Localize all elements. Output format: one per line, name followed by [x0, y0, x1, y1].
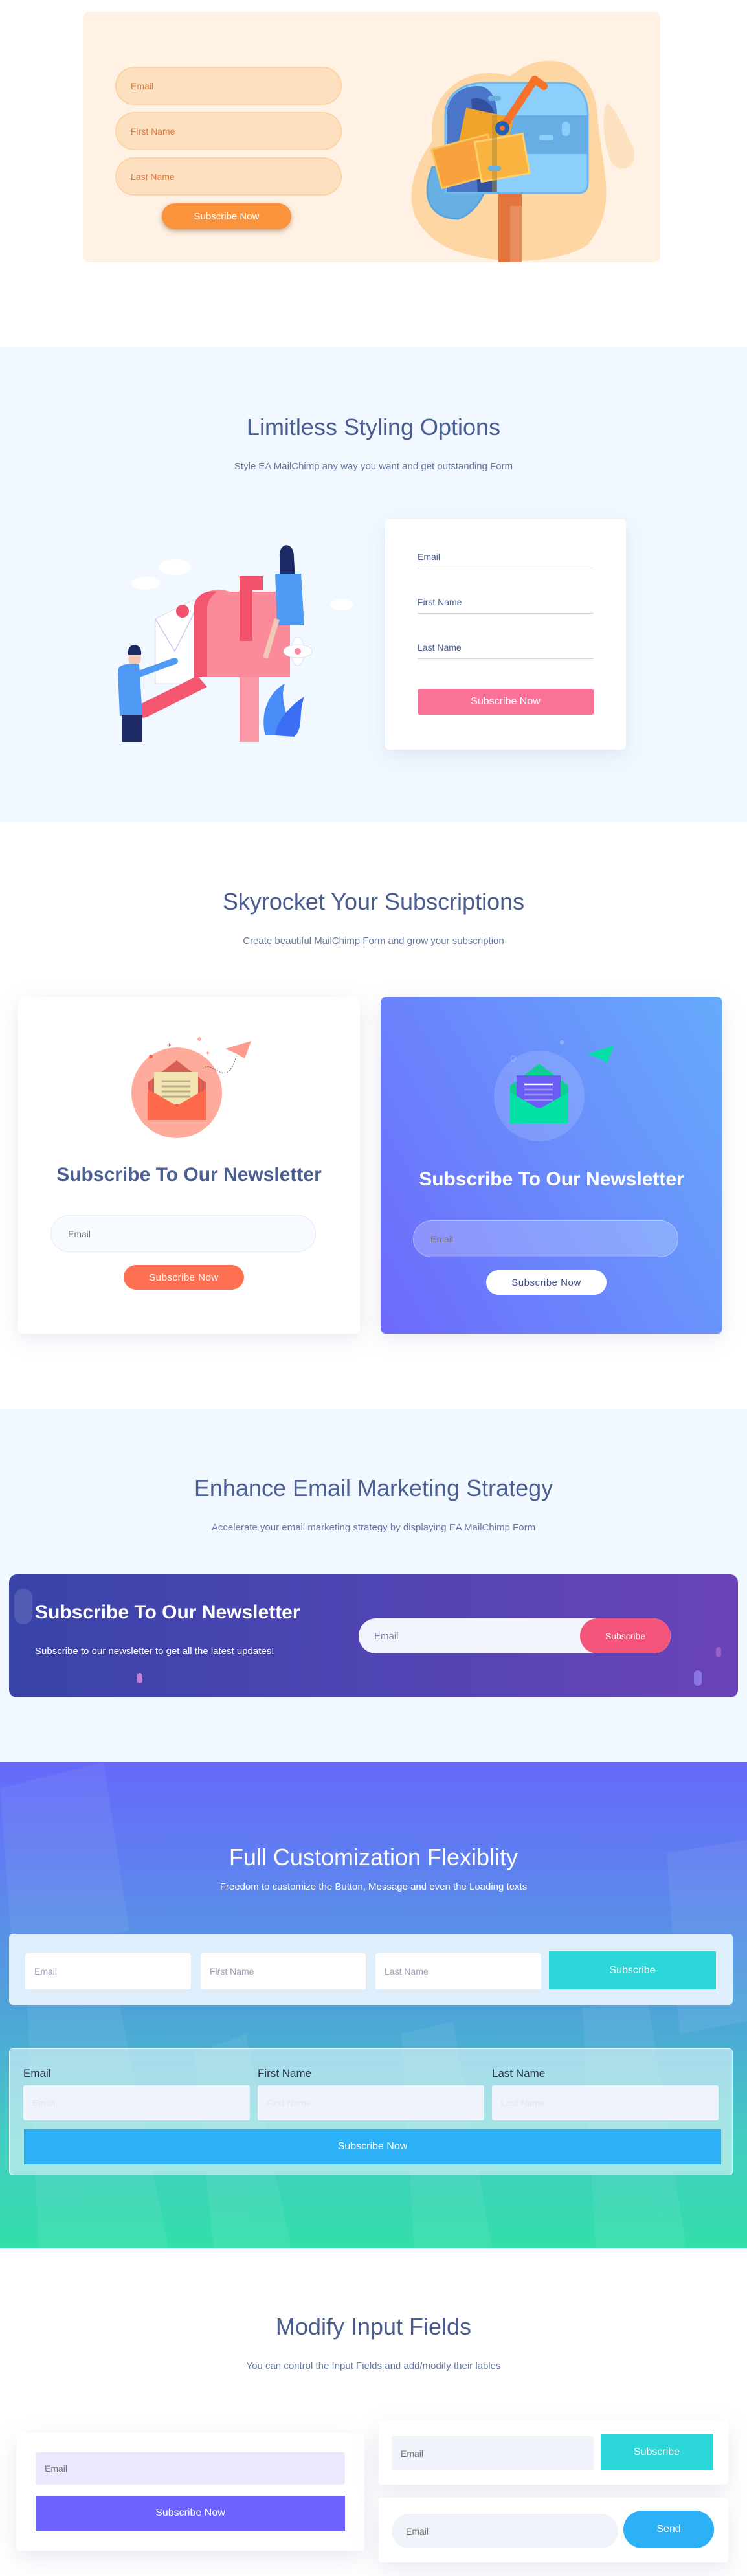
inline-first-name-input[interactable]	[201, 1953, 366, 1989]
labeled-last-name-label: Last Name	[492, 2067, 546, 2079]
mailbox-with-letters-illustration	[411, 60, 634, 262]
hero-first-name-input[interactable]	[115, 112, 342, 150]
newsletter-card-light-subscribe-button[interactable]: Subscribe Now	[124, 1265, 244, 1290]
labeled-first-name-label: First Name	[258, 2067, 312, 2079]
newsletter-banner-form: Subscribe	[359, 1618, 671, 1653]
subscriptions-section: Skyrocket Your Subscriptions Create beau…	[0, 822, 747, 1409]
decor-bubble	[716, 1647, 721, 1657]
hero-last-name-input[interactable]	[115, 157, 342, 196]
inline-form-panel: Subscribe	[9, 1934, 733, 2005]
inline-square-email-input[interactable]	[392, 2436, 594, 2470]
newsletter-card-gradient: Subscribe To Our Newsletter Subscribe No…	[381, 997, 722, 1334]
hero-email-input[interactable]	[115, 67, 342, 105]
styling-section-title: Limitless Styling Options	[246, 414, 501, 440]
newsletter-card-light-heading: Subscribe To Our Newsletter	[56, 1164, 322, 1185]
marketing-section: Enhance Email Marketing Strategy Acceler…	[0, 1409, 747, 1762]
customization-section-title: Full Customization Flexiblity	[229, 1844, 518, 1870]
newsletter-card-light-email-input[interactable]	[50, 1215, 316, 1252]
inline-square-subscribe-button[interactable]: Subscribe	[601, 2434, 713, 2470]
inline-round-form-card: Send	[379, 2498, 728, 2562]
labeled-email-input[interactable]	[23, 2085, 250, 2120]
styling-first-name-input[interactable]	[418, 590, 594, 614]
inline-subscribe-button[interactable]: Subscribe	[549, 1951, 716, 1989]
styling-form-card: Subscribe Now	[385, 519, 626, 750]
subscriptions-section-subtitle: Create beautiful MailChimp Form and grow…	[243, 935, 504, 946]
decor-bubble	[137, 1673, 142, 1683]
open-envelope-icon: ++	[131, 1037, 251, 1138]
hero-section: Subscribe Now	[0, 0, 747, 347]
decor-bubble	[694, 1670, 702, 1686]
people-at-mailbox-illustration	[118, 545, 353, 742]
styling-section-subtitle: Style EA MailChimp any way you want and …	[234, 461, 513, 472]
labeled-form-panel: Email First Name Last Name Subscribe Now	[9, 2048, 733, 2175]
newsletter-banner-text: Subscribe to our newsletter to get all t…	[35, 1646, 274, 1657]
inline-square-form-card: Subscribe	[379, 2420, 728, 2485]
inline-email-input[interactable]	[25, 1953, 191, 1989]
input-fields-section-title: Modify Input Fields	[275, 2313, 472, 2340]
labeled-email-label: Email	[23, 2067, 51, 2079]
stacked-form-card: Subscribe Now	[16, 2433, 364, 2551]
inline-last-name-input[interactable]	[375, 1953, 541, 1989]
input-fields-section: Modify Input Fields You can control the …	[0, 2248, 747, 2576]
newsletter-banner-email-input[interactable]	[359, 1618, 579, 1653]
newsletter-card-gradient-heading: Subscribe To Our Newsletter	[419, 1169, 684, 1190]
newsletter-banner-subscribe-button[interactable]: Subscribe	[580, 1618, 671, 1653]
hero-form-card: Subscribe Now	[83, 12, 660, 262]
labeled-first-name-input[interactable]	[258, 2085, 484, 2120]
customization-section: Full Customization Flexiblity Freedom to…	[0, 1762, 747, 2248]
styling-last-name-input[interactable]	[418, 636, 594, 659]
labeled-subscribe-button[interactable]: Subscribe Now	[24, 2129, 721, 2164]
svg-text:+: +	[167, 1040, 172, 1049]
newsletter-card-light: ++ Subscribe To Our Newsletter Subscribe…	[18, 997, 360, 1334]
decor-bubble	[14, 1589, 32, 1624]
marketing-section-title: Enhance Email Marketing Strategy	[194, 1475, 553, 1501]
newsletter-banner-heading: Subscribe To Our Newsletter	[35, 1602, 300, 1623]
newsletter-card-gradient-email-input[interactable]	[413, 1220, 678, 1257]
stacked-subscribe-button[interactable]: Subscribe Now	[36, 2496, 345, 2531]
open-envelope-icon	[494, 1040, 614, 1141]
subscriptions-section-title: Skyrocket Your Subscriptions	[222, 888, 525, 915]
city-buildings-background	[0, 1762, 747, 2248]
input-fields-section-subtitle: You can control the Input Fields and add…	[246, 2360, 501, 2371]
styling-email-input[interactable]	[418, 545, 594, 568]
styling-section: Limitless Styling Options Style EA MailC…	[0, 347, 747, 822]
marketing-section-subtitle: Accelerate your email marketing strategy…	[211, 1522, 536, 1533]
styling-subscribe-button[interactable]: Subscribe Now	[418, 689, 594, 715]
inline-round-send-button[interactable]: Send	[623, 2511, 714, 2548]
svg-text:+: +	[206, 1050, 210, 1057]
hero-subscribe-button[interactable]: Subscribe Now	[162, 203, 291, 229]
customization-section-subtitle: Freedom to customize the Button, Message…	[219, 1881, 528, 1892]
inline-round-email-input[interactable]	[392, 2514, 618, 2548]
labeled-last-name-input[interactable]	[492, 2085, 719, 2120]
stacked-email-input[interactable]	[36, 2452, 345, 2485]
newsletter-banner: Subscribe To Our Newsletter Subscribe to…	[9, 1574, 738, 1697]
newsletter-card-gradient-subscribe-button[interactable]: Subscribe Now	[486, 1270, 607, 1295]
